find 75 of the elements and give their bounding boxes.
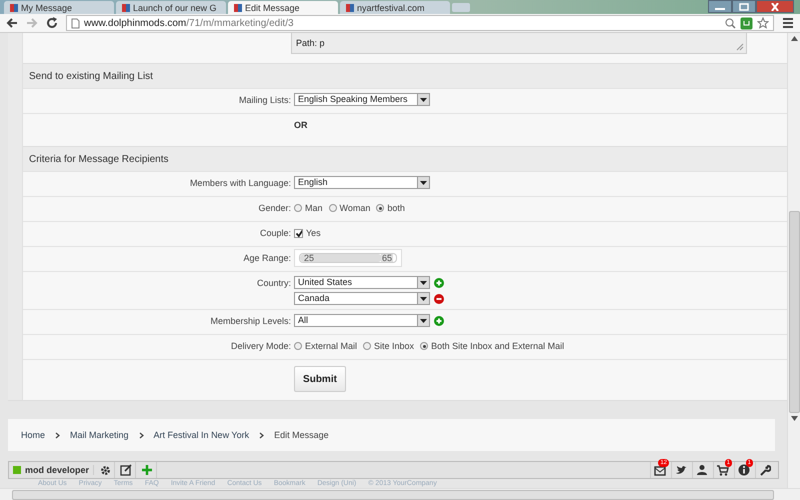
option-label: Woman [340,202,370,215]
option-label: External Mail [305,340,358,353]
user-name[interactable]: mod developer [25,465,94,475]
radio-button[interactable] [294,342,302,350]
remove-icon[interactable] [434,294,444,304]
reload-icon[interactable] [46,17,58,29]
checkbox[interactable] [294,228,303,238]
browser-tab[interactable]: Edit Message [228,1,338,14]
field-label: Age Range: [243,253,291,263]
zoom-icon[interactable] [725,18,736,28]
section-header: Criteria for Message Recipients [23,146,787,171]
horizontal-scrollbar[interactable] [0,488,800,500]
browser-tab[interactable]: My Message [4,1,114,14]
field-label: Delivery Mode: [230,341,291,351]
dropdown[interactable]: English Speaking Members [294,93,430,106]
caret-icon [420,280,427,284]
browser-tab[interactable]: nyartfestival.com [340,1,450,14]
wrench-icon[interactable] [755,462,774,478]
page-icon [234,4,242,12]
radio-button[interactable] [294,204,302,212]
back-icon[interactable] [6,17,18,29]
page-icon [10,4,18,12]
dropdown[interactable]: English [294,176,430,189]
extension-icon[interactable] [740,16,753,30]
radio-button[interactable] [420,342,428,350]
dropdown[interactable]: All [294,314,430,327]
slider-handle[interactable]: 65 [380,254,393,262]
field-label: Membership Levels: [210,316,291,326]
address-field[interactable]: www.dolphinmods.com/71/m/mmarketing/edit/3 [66,15,774,31]
editor-path: Path: p [296,38,325,48]
field-label: Country: [256,278,291,288]
vertical-scrollbar[interactable] [787,33,800,488]
chevron-icon [138,432,144,438]
field-label: Members with Language: [190,178,291,188]
option-label: Man [305,202,323,215]
range-slider[interactable]: 25 65 [294,249,402,267]
caret-icon [420,318,427,322]
or-separator: OR [294,119,308,132]
breadcrumb-link[interactable]: Home [21,430,46,440]
chevron-icon [259,432,264,438]
field-label: Mailing Lists: [238,95,291,105]
breadcrumb-link[interactable]: Art Festival In New York [154,430,250,440]
page-icon [71,18,80,28]
menu-icon[interactable] [782,17,794,29]
option-label: Site Inbox [374,340,414,353]
scroll-down-icon[interactable] [790,416,798,421]
slider-handle[interactable]: 25 [303,254,316,262]
option-label: Both Site Inbox and External Mail [431,340,564,353]
field-label: Gender: [258,203,291,213]
caret-icon [420,296,427,300]
resize-grip-icon[interactable] [736,43,744,51]
caret-icon [420,98,427,102]
caret-icon [420,180,427,184]
status-icon [13,466,21,474]
breadcrumb-link[interactable]: Mail Marketing [70,430,129,440]
section-header: Send to existing Mailing List [23,63,787,88]
radio-button[interactable] [376,204,384,212]
maximize-icon[interactable] [732,0,756,13]
chevron-icon [55,432,60,438]
radio-button[interactable] [328,204,337,212]
submit-button[interactable]: Submit [294,366,346,392]
option-label: both [387,202,405,215]
breadcrumb-current: Edit Message [274,430,329,440]
scroll-up-icon[interactable] [790,36,798,41]
dropdown[interactable]: United States [294,276,430,289]
page-icon [122,4,130,12]
browser-tab[interactable]: Launch of our new G [116,1,226,14]
close-icon[interactable] [756,0,794,13]
page-icon [346,4,354,12]
star-icon[interactable] [757,17,769,29]
option-label: Yes [306,227,321,240]
field-label: Couple: [260,228,291,238]
dropdown[interactable]: Canada [294,292,430,305]
minimize-icon[interactable] [708,0,732,13]
radio-button[interactable] [363,342,372,350]
